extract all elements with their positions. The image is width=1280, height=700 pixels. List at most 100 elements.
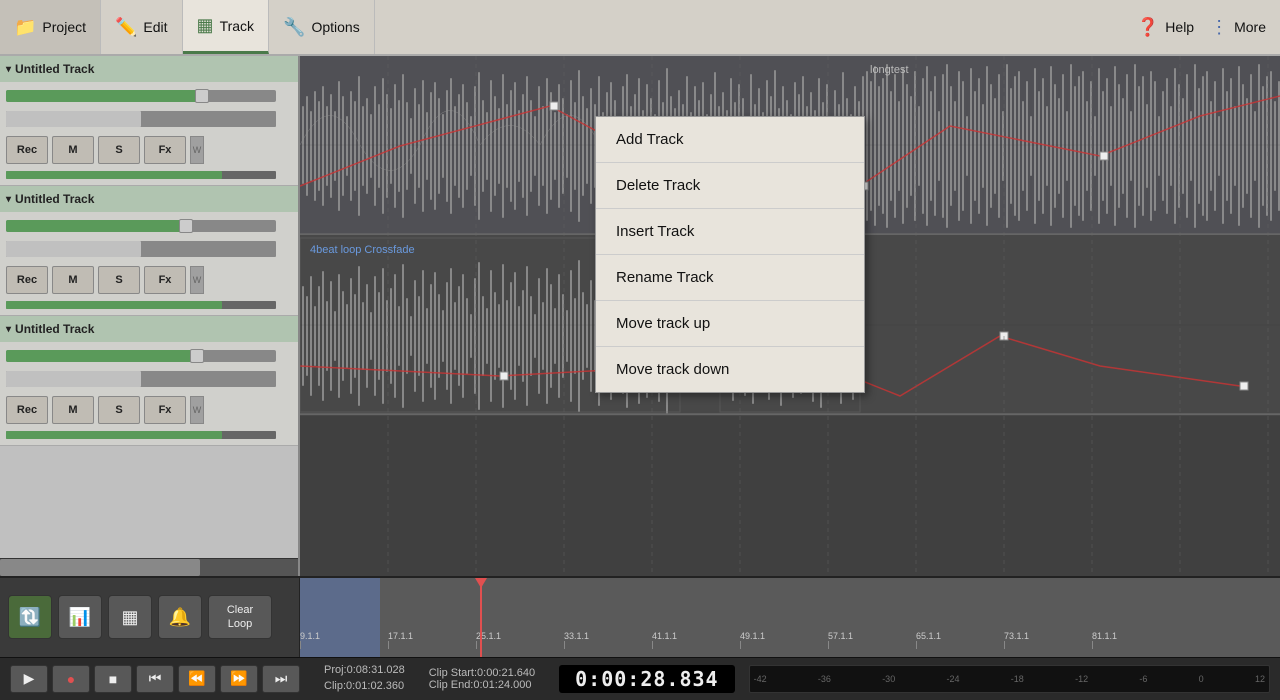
play-btn[interactable]: ▶	[10, 665, 48, 693]
volume-slider-3[interactable]	[6, 350, 276, 362]
proj-time-display: Proj:0:08:31.028 Clip:0:01:02.360	[324, 663, 405, 694]
track-menu-btn[interactable]: ▦ Track	[183, 0, 270, 54]
volume-slider-1[interactable]	[6, 90, 276, 102]
loop-btn[interactable]: 🔃	[8, 595, 52, 639]
volume-row-3	[6, 346, 292, 366]
tracks-panel: ▾ Untitled Track Rec M S Fx	[0, 56, 300, 576]
prev-btn[interactable]: ⏪	[178, 665, 216, 693]
volume-slider-2[interactable]	[6, 220, 276, 232]
track-controls-3: Rec M S Fx W	[0, 342, 298, 445]
ruler-marks: 9.1.1 17.1.1 25.1.1 33.1.1 41.1.1	[300, 627, 1280, 653]
rewind-btn[interactable]: ⏮	[136, 665, 174, 693]
metronome-btn[interactable]: 🔔	[158, 595, 202, 639]
ruler-label-9: 81.1.1	[1092, 631, 1117, 641]
pan-row-1[interactable]	[6, 111, 276, 127]
ruler-label-8: 73.1.1	[1004, 631, 1029, 641]
stop-btn[interactable]: ■	[94, 665, 132, 693]
mini-transport-row: 🔃 📊 ▦ 🔔 Clear Loop 9.1.1	[0, 578, 1280, 657]
toolbar: 📁 Project ✏️ Edit ▦ Track 🔧 Options ❓ He…	[0, 0, 1280, 56]
fx-btn-2[interactable]: Fx	[144, 266, 186, 294]
playhead	[480, 578, 482, 657]
record-btn[interactable]: ●	[52, 665, 90, 693]
timeline-ruler-area[interactable]: 9.1.1 17.1.1 25.1.1 33.1.1 41.1.1	[300, 578, 1280, 657]
solo-btn-1[interactable]: S	[98, 136, 140, 164]
help-label: Help	[1165, 19, 1194, 35]
track-header-3: ▾ Untitled Track	[0, 316, 298, 342]
context-menu: Add Track Delete Track Insert Track Rena…	[595, 116, 865, 393]
ruler-label-5: 49.1.1	[740, 631, 765, 641]
annotation-4beat: 4beat loop Crossfade	[310, 244, 415, 256]
vu-scale: -42 -36 -30 -24 -18 -12 -6 0 12	[754, 674, 1265, 684]
fx-btn-1[interactable]: Fx	[144, 136, 186, 164]
wave-mini-3: W	[190, 396, 204, 424]
annotation-longtest: longtest	[870, 64, 909, 76]
volume-row-1	[6, 86, 292, 106]
clear-loop-label: Clear Loop	[227, 603, 253, 632]
solo-btn-3[interactable]: S	[98, 396, 140, 424]
context-menu-insert-track[interactable]: Insert Track	[596, 209, 864, 255]
mini-transport-left: 🔃 📊 ▦ 🔔 Clear Loop	[0, 578, 300, 657]
mute-btn-2[interactable]: M	[52, 266, 94, 294]
solo-btn-2[interactable]: S	[98, 266, 140, 294]
btn-row-1: Rec M S Fx W	[6, 132, 292, 166]
clip-info-display: Clip Start:0:00:21.640 Clip End:0:01:24.…	[429, 667, 535, 691]
transport-bar: ▶ ● ■ ⏮ ⏪ ⏩ ⏭ Proj:0:08:31.028 Clip:0:01…	[0, 657, 1280, 700]
track-chevron-3: ▾	[6, 324, 11, 335]
end-btn[interactable]: ⏭	[262, 665, 300, 693]
mute-btn-1[interactable]: M	[52, 136, 94, 164]
context-menu-delete-track[interactable]: Delete Track	[596, 163, 864, 209]
main-area: ▾ Untitled Track Rec M S Fx	[0, 56, 1280, 576]
track-name-2: Untitled Track	[15, 192, 94, 206]
ruler-tick-0	[300, 641, 301, 649]
track-header-1: ▾ Untitled Track	[0, 56, 298, 82]
pan-row-3[interactable]	[6, 371, 276, 387]
track-name-1: Untitled Track	[15, 62, 94, 76]
ruler-mark-0: 9.1.1	[300, 631, 388, 649]
ruler-tick-9	[1092, 641, 1093, 649]
next-btn[interactable]: ⏩	[220, 665, 258, 693]
proj-time-label: Proj:0:08:31.028	[324, 663, 405, 678]
track-controls-2: Rec M S Fx W	[0, 212, 298, 315]
vol-row2-3	[6, 431, 276, 439]
ruler-label-0: 9.1.1	[300, 631, 320, 641]
ruler-mark-5: 49.1.1	[740, 631, 828, 649]
ruler-label-7: 65.1.1	[916, 631, 941, 641]
context-menu-move-down[interactable]: Move track down	[596, 347, 864, 392]
project-menu-btn[interactable]: 📁 Project	[0, 0, 101, 54]
ruler-label-6: 57.1.1	[828, 631, 853, 641]
more-btn[interactable]: ⋮ More	[1210, 17, 1266, 38]
options-menu-btn[interactable]: 🔧 Options	[269, 0, 375, 54]
track-header-2: ▾ Untitled Track	[0, 186, 298, 212]
edit-menu-btn[interactable]: ✏️ Edit	[101, 0, 183, 54]
rec-btn-3[interactable]: Rec	[6, 396, 48, 424]
context-menu-move-up[interactable]: Move track up	[596, 301, 864, 347]
rec-btn-1[interactable]: Rec	[6, 136, 48, 164]
ruler-mark-7: 65.1.1	[916, 631, 1004, 649]
ruler-mark-2: 25.1.1	[476, 631, 564, 649]
ruler-mark-4: 41.1.1	[652, 631, 740, 649]
btn-row-3: Rec M S Fx W	[6, 392, 292, 426]
track-item-2: ▾ Untitled Track Rec M S Fx	[0, 186, 298, 316]
volume-row-2	[6, 216, 292, 236]
track-chevron-2: ▾	[6, 194, 11, 205]
ruler-label-4: 41.1.1	[652, 631, 677, 641]
grid-btn[interactable]: ▦	[108, 595, 152, 639]
pan-row-2[interactable]	[6, 241, 276, 257]
ruler-tick-4	[652, 641, 653, 649]
track-chevron-1: ▾	[6, 64, 11, 75]
help-btn[interactable]: ❓ Help	[1137, 17, 1194, 38]
project-label: Project	[42, 19, 86, 35]
wave-mini-1: W	[190, 136, 204, 164]
mixer-btn[interactable]: 📊	[58, 595, 102, 639]
context-menu-add-track[interactable]: Add Track	[596, 117, 864, 163]
track-label: Track	[220, 18, 254, 34]
rec-btn-2[interactable]: Rec	[6, 266, 48, 294]
playhead-triangle	[475, 578, 487, 588]
horizontal-scrollbar[interactable]	[0, 558, 298, 576]
vol-row2-1	[6, 171, 276, 179]
mute-btn-3[interactable]: M	[52, 396, 94, 424]
clear-loop-btn[interactable]: Clear Loop	[208, 595, 272, 639]
fx-btn-3[interactable]: Fx	[144, 396, 186, 424]
context-menu-rename-track[interactable]: Rename Track	[596, 255, 864, 301]
track-name-3: Untitled Track	[15, 322, 94, 336]
